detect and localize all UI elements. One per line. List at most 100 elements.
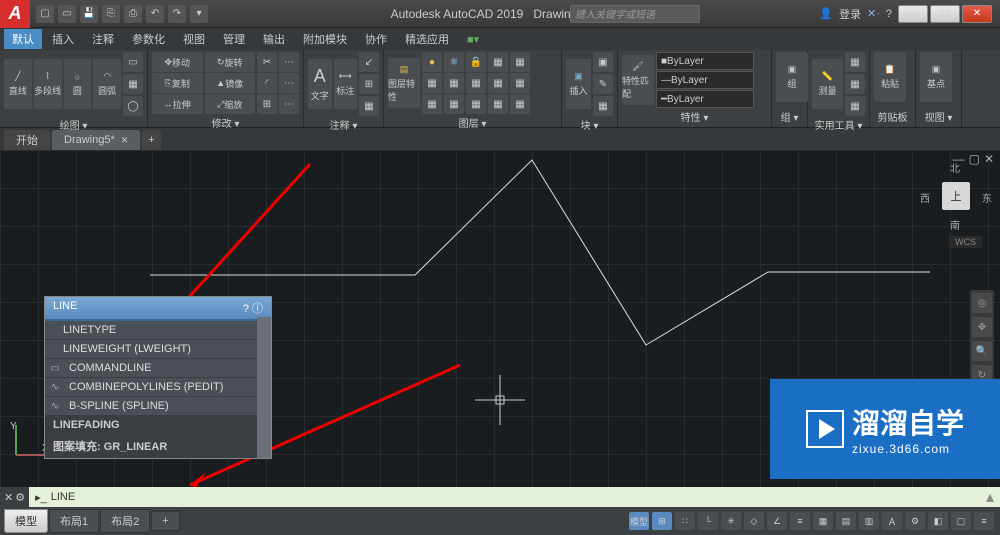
l3-icon[interactable]: 🔒 (466, 52, 486, 72)
qat-plot-icon[interactable]: ⎙ (124, 5, 142, 23)
qat-redo-icon[interactable]: ↷ (168, 5, 186, 23)
login-label[interactable]: 登录 (839, 6, 861, 22)
status-otrack-icon[interactable]: ∠ (767, 512, 787, 530)
tab-view[interactable]: 视图 (175, 29, 213, 49)
qat-new-icon[interactable]: ▢ (36, 5, 54, 23)
l5-icon[interactable]: ▦ (510, 52, 530, 72)
extra2-icon[interactable]: ⋯ (279, 73, 299, 93)
l8-icon[interactable]: ▦ (466, 73, 486, 93)
nav-wheel-icon[interactable]: ◎ (972, 293, 992, 313)
panel-modify-label[interactable]: 修改 ▾ (152, 114, 299, 131)
close-button[interactable]: ✕ (962, 5, 992, 23)
util2-icon[interactable]: ▦ (845, 74, 865, 94)
status-qp-icon[interactable]: ▤ (836, 512, 856, 530)
panel-block-label[interactable]: 块 ▾ (566, 116, 613, 133)
panel-props-label[interactable]: 特性 ▾ (622, 108, 767, 125)
l11-icon[interactable]: ▦ (422, 94, 442, 114)
util3-icon[interactable]: ▦ (845, 96, 865, 116)
ac-item-commandline[interactable]: ▭COMMANDLINE (45, 359, 271, 378)
tab-insert[interactable]: 插入 (44, 29, 82, 49)
user-icon[interactable]: 👤 (819, 7, 833, 20)
hatch-icon[interactable]: ▦ (123, 74, 143, 94)
extra1-icon[interactable]: ⋯ (279, 52, 299, 72)
linetype-combo[interactable]: ━ ByLayer (656, 90, 754, 108)
tab-default[interactable]: 默认 (4, 29, 42, 49)
drawing-canvas[interactable]: — ▢ ✕ 北 西 上 东 南 WCS ◎ ✥ 🔍 ↻ Y X LINE? (0, 150, 1000, 507)
panel-view-label[interactable]: 视图 ▾ (920, 108, 957, 125)
tab-annotate[interactable]: 注释 (84, 29, 122, 49)
qat-save-icon[interactable]: 💾 (80, 5, 98, 23)
vc-top[interactable]: 上 (942, 182, 970, 210)
l12-icon[interactable]: ▦ (444, 94, 464, 114)
ac-item-lineweight[interactable]: LINEWEIGHT (LWEIGHT) (45, 340, 271, 359)
ac-item-linetype[interactable]: LINETYPE (45, 321, 271, 340)
panel-annot-label[interactable]: 注释 ▾ (308, 116, 379, 133)
l7-icon[interactable]: ▦ (444, 73, 464, 93)
ellipse-icon[interactable]: ◯ (123, 96, 143, 116)
tab-add[interactable]: + (142, 130, 160, 150)
maximize-button[interactable]: ▢ (930, 5, 960, 23)
l13-icon[interactable]: ▦ (466, 94, 486, 114)
layout-tab-l1[interactable]: 布局1 (49, 509, 99, 533)
array-icon[interactable]: ⊞ (257, 94, 277, 114)
mirror-button[interactable]: ▲ 镜像 (205, 73, 256, 93)
group-button[interactable]: ▣组 (776, 52, 808, 102)
util1-icon[interactable]: ▦ (845, 52, 865, 72)
paste-button[interactable]: 📋粘贴 (874, 52, 906, 102)
qat-undo-icon[interactable]: ↶ (146, 5, 164, 23)
measure-button[interactable]: 📏测量 (812, 59, 843, 109)
move-button[interactable]: ✥ 移动 (152, 52, 203, 72)
status-lw-icon[interactable]: ≡ (790, 512, 810, 530)
tab-output[interactable]: 输出 (255, 29, 293, 49)
l1-icon[interactable]: ● (422, 52, 442, 72)
status-ann-icon[interactable]: Ａ (882, 512, 902, 530)
arc-button[interactable]: ◠圆弧 (93, 59, 121, 109)
status-iso-icon[interactable]: ◧ (928, 512, 948, 530)
status-polar-icon[interactable]: ✳ (721, 512, 741, 530)
cmd-expand-icon[interactable]: ▴ (980, 487, 1000, 507)
color-combo[interactable]: ■ ByLayer (656, 52, 754, 70)
vc-west[interactable]: 西 (920, 190, 930, 205)
ac-item-bspline[interactable]: ∿B-SPLINE (SPLINE) (45, 397, 271, 416)
line-button[interactable]: ╱直线 (4, 59, 32, 109)
layer-props-button[interactable]: ▤图层特性 (388, 58, 420, 108)
ac-cat-linefading[interactable]: LINEFADING (45, 416, 271, 435)
command-line[interactable]: ✕ ⚙ ▸_ LINE ▴ (0, 487, 1000, 507)
panel-util-label[interactable]: 实用工具 ▾ (812, 116, 865, 133)
dim-button[interactable]: ⟷标注 (334, 59, 358, 109)
app-logo[interactable]: A (0, 0, 30, 28)
l15-icon[interactable]: ▦ (510, 94, 530, 114)
tab-parametric[interactable]: 参数化 (124, 29, 173, 49)
status-trans-icon[interactable]: ▦ (813, 512, 833, 530)
vc-south[interactable]: 南 (950, 217, 960, 232)
l9-icon[interactable]: ▦ (488, 73, 508, 93)
status-ortho-icon[interactable]: └ (698, 512, 718, 530)
tab-featured[interactable]: 精选应用 (397, 29, 457, 49)
ac-item-combinepolylines[interactable]: ∿COMBINEPOLYLINES (PEDIT) (45, 378, 271, 397)
lineweight-combo[interactable]: — ByLayer (656, 71, 754, 89)
minimize-button[interactable]: — (898, 5, 928, 23)
panel-layer-label[interactable]: 图层 ▾ (388, 114, 557, 131)
tab-box-icon[interactable]: ■▾ (459, 31, 487, 48)
status-osnap-icon[interactable]: ◇ (744, 512, 764, 530)
tab-start[interactable]: 开始 (4, 130, 50, 150)
l14-icon[interactable]: ▦ (488, 94, 508, 114)
rotate-button[interactable]: ↻ 旋转 (205, 52, 256, 72)
qat-saveas-icon[interactable]: ⎘ (102, 5, 120, 23)
circle-button[interactable]: ○圆 (64, 59, 92, 109)
search-input[interactable]: 键入关键字或短语 (570, 5, 700, 23)
l2-icon[interactable]: ❄ (444, 52, 464, 72)
extra3-icon[interactable]: ⋯ (279, 94, 299, 114)
status-clean-icon[interactable]: ▢ (951, 512, 971, 530)
ac-scrollbar[interactable] (257, 317, 271, 458)
base-button[interactable]: ▣基点 (920, 52, 952, 102)
layout-tab-add[interactable]: + (151, 511, 179, 531)
cmd-opts-icon[interactable]: ⚙ (15, 491, 25, 504)
wcs-badge[interactable]: WCS (949, 236, 982, 248)
nav-zoom-icon[interactable]: 🔍 (972, 341, 992, 361)
qat-open-icon[interactable]: ▭ (58, 5, 76, 23)
status-ws-icon[interactable]: ⚙ (905, 512, 925, 530)
cmd-text[interactable]: LINE (51, 491, 75, 503)
leader-icon[interactable]: ↙ (359, 52, 379, 72)
status-menu-icon[interactable]: ≡ (974, 512, 994, 530)
